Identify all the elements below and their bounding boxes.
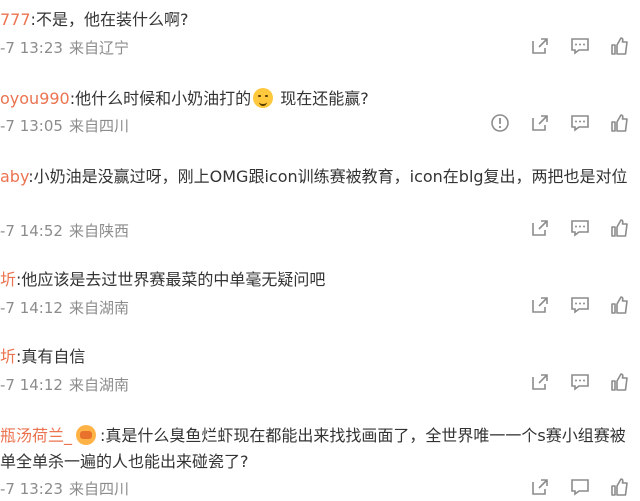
- comment-icon: [570, 113, 590, 137]
- comment-icon: [570, 218, 590, 242]
- comment-text-line: 777:不是，他在装什么啊?: [0, 10, 189, 29]
- comment-meta: -7 14:12 来自湖南: [0, 298, 129, 318]
- report-button[interactable]: [480, 114, 520, 136]
- comment-button[interactable]: [560, 219, 600, 241]
- like-button[interactable]: [600, 219, 640, 241]
- like-icon: [610, 36, 630, 60]
- comment-time: -7 13:23: [0, 39, 63, 57]
- comment-actions: [520, 219, 640, 241]
- share-button[interactable]: [520, 296, 560, 318]
- comment-text: :真是什么臭鱼烂虾现在都能出来找找画面了，全世界唯一一个s赛小组赛被: [100, 426, 626, 445]
- comment-username[interactable]: 圻: [0, 270, 16, 289]
- face-emoji-icon: [253, 88, 274, 108]
- comment-button[interactable]: [560, 114, 600, 136]
- comment-button[interactable]: [560, 37, 600, 59]
- comment-text-line: 圻:真有自信: [0, 347, 86, 366]
- share-button[interactable]: [520, 219, 560, 241]
- comment-text: 小奶油是没赢过呀，刚上OMG跟icon训练赛被教育，icon在blg复出，两把也…: [33, 167, 628, 186]
- comment-icon: [570, 295, 590, 319]
- like-icon: [610, 218, 630, 242]
- comment-time: -7 14:12: [0, 376, 63, 394]
- comment-button[interactable]: [560, 373, 600, 395]
- share-button[interactable]: [520, 478, 560, 500]
- like-button[interactable]: [600, 296, 640, 318]
- report-icon: [490, 113, 510, 137]
- comment-text-line: oyou990:他什么时候和小奶油打的 现在还能赢?: [0, 88, 369, 108]
- comment-text-line: 圻:他应该是去过世界赛最菜的中单毫无疑问吧: [0, 270, 326, 289]
- like-button[interactable]: [600, 37, 640, 59]
- share-button[interactable]: [520, 373, 560, 395]
- like-icon: [610, 113, 630, 137]
- comment-meta: -7 14:52 来自陕西: [0, 221, 129, 241]
- share-button[interactable]: [520, 114, 560, 136]
- like-icon: [610, 372, 630, 396]
- share-icon: [530, 477, 550, 501]
- comment-location: 来自四川: [68, 117, 129, 135]
- comment-time: -7 14:52: [0, 222, 63, 240]
- comment-time: -7 13:05: [0, 117, 63, 135]
- comment-text-line: 瓶汤荷兰_ :真是什么臭鱼烂虾现在都能出来找找画面了，全世界唯一一个s赛小组赛被: [0, 425, 626, 447]
- comment-text-cont: 单全单杀一遍的人也能出来碰瓷了?: [0, 452, 249, 471]
- like-button[interactable]: [600, 478, 640, 500]
- comment-username[interactable]: aby: [0, 167, 28, 186]
- comment-text-line: aby:小奶油是没赢过呀，刚上OMG跟icon训练赛被教育，icon在blg复出…: [0, 167, 628, 186]
- comment-location: 来自陕西: [68, 222, 129, 240]
- like-button[interactable]: [600, 373, 640, 395]
- like-button[interactable]: [600, 114, 640, 136]
- comment-meta: -7 13:23 来自辽宁: [0, 38, 129, 58]
- comment-username[interactable]: oyou990: [0, 89, 70, 108]
- comment-location: 来自湖南: [68, 299, 129, 317]
- comment-actions: [520, 478, 640, 500]
- comment-actions: [520, 296, 640, 318]
- comment-actions: [480, 114, 640, 136]
- comment-location: 来自辽宁: [68, 39, 129, 57]
- share-icon: [530, 113, 550, 137]
- comment-time: -7 14:12: [0, 299, 63, 317]
- comment-username[interactable]: 777: [0, 10, 31, 29]
- comment-username[interactable]: 圻: [0, 347, 16, 366]
- like-icon: [610, 295, 630, 319]
- comment-location: 来自四川: [68, 480, 129, 498]
- share-icon: [530, 36, 550, 60]
- share-button[interactable]: [520, 37, 560, 59]
- vip-badge-icon: [76, 425, 97, 445]
- share-icon: [530, 295, 550, 319]
- comment-actions: [520, 37, 640, 59]
- share-icon: [530, 218, 550, 242]
- share-icon: [530, 372, 550, 396]
- comment-text: 真有自信: [21, 347, 86, 366]
- comment-location: 来自湖南: [68, 376, 129, 394]
- comment-text-line: 单全单杀一遍的人也能出来碰瓷了?: [0, 451, 249, 473]
- comment-meta: -7 14:12 来自湖南: [0, 375, 129, 395]
- comment-text: 他什么时候和小奶油打的: [75, 89, 252, 108]
- comment-actions: [520, 373, 640, 395]
- comment-meta: -7 13:05 来自四川: [0, 116, 129, 136]
- comment-meta: -7 13:23 来自四川: [0, 479, 129, 499]
- comment-text: 他应该是去过世界赛最菜的中单毫无疑问吧: [21, 270, 326, 289]
- comment-icon: [570, 477, 590, 501]
- like-icon: [610, 477, 630, 501]
- comment-button[interactable]: [560, 478, 600, 500]
- comment-username[interactable]: 瓶汤荷兰_: [0, 426, 72, 445]
- comment-button[interactable]: [560, 296, 600, 318]
- comment-icon: [570, 36, 590, 60]
- comment-text-after: 现在还能赢?: [275, 89, 369, 108]
- comment-text: 不是，他在装什么啊?: [35, 10, 189, 29]
- comment-icon: [570, 372, 590, 396]
- comment-time: -7 13:23: [0, 480, 63, 498]
